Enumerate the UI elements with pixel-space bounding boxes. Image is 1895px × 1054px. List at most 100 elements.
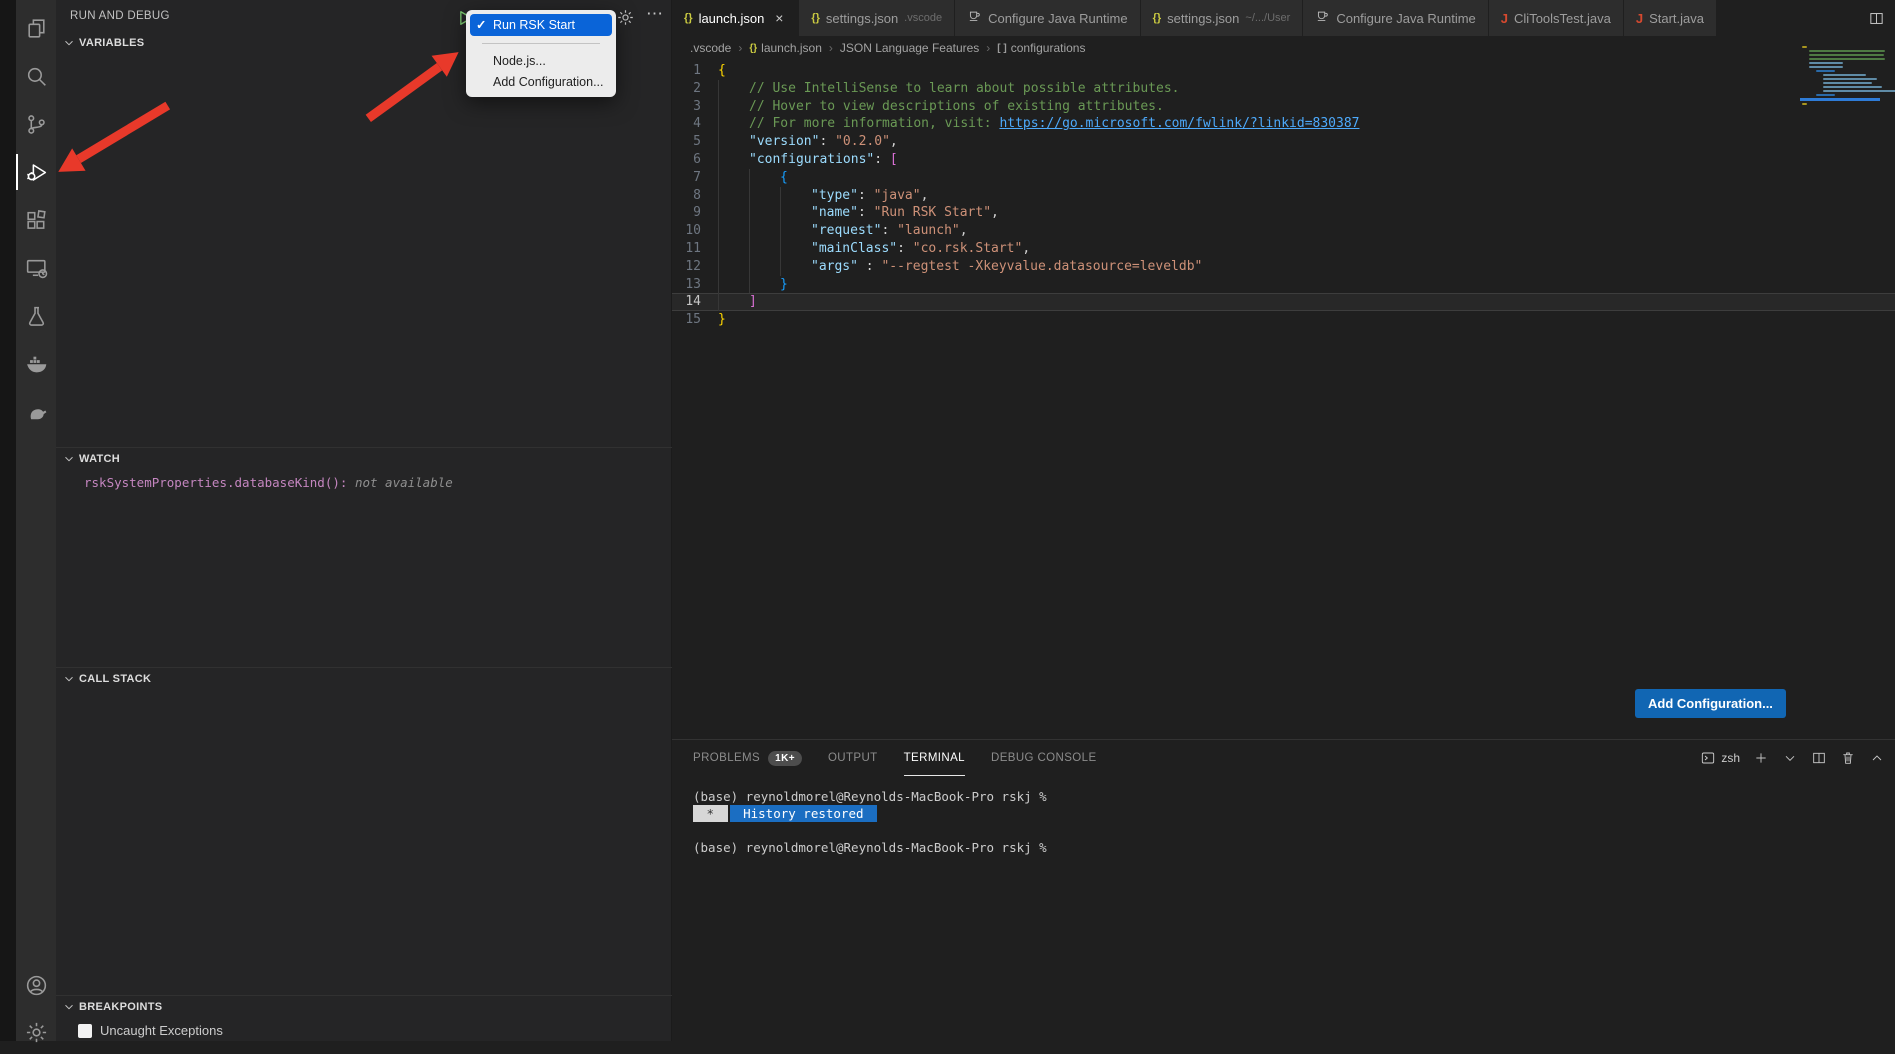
menu-item-run-rsk-start[interactable]: ✓Run RSK Start: [470, 14, 612, 36]
section-label: CALL STACK: [79, 673, 151, 685]
tab-bar-actions: [1868, 0, 1895, 36]
tab-settings-json[interactable]: {}settings.json.vscode: [799, 0, 955, 36]
menu-item-label: Node.js...: [493, 54, 546, 68]
line-number: 7: [672, 169, 718, 187]
shell-selector[interactable]: zsh: [1700, 750, 1740, 766]
panel-tab-problems[interactable]: PROBLEMS1K+: [693, 740, 802, 776]
window-edge-strip: [0, 0, 16, 1041]
tab-close-icon[interactable]: ×: [772, 10, 786, 26]
new-terminal-icon[interactable]: [1753, 750, 1769, 766]
account-icon[interactable]: [16, 963, 56, 1007]
watch-expression-row[interactable]: rskSystemProperties.databaseKind(): not …: [56, 469, 672, 490]
testing-icon[interactable]: [16, 294, 56, 338]
breakpoint-label: Uncaught Exceptions: [100, 1023, 223, 1038]
gradle-icon[interactable]: [16, 390, 56, 434]
tab-launch-json[interactable]: {}launch.json×: [672, 0, 799, 36]
code-token: ,: [991, 204, 999, 222]
code-token: :: [858, 204, 874, 222]
code-line: 15}: [672, 311, 1895, 329]
code-line: 13}: [672, 276, 1895, 294]
split-editor-icon[interactable]: [1868, 10, 1885, 27]
tab-description: ~/.../User: [1245, 12, 1290, 24]
explorer-icon[interactable]: [16, 6, 56, 50]
code-token: [: [890, 151, 898, 169]
tab-settings-json[interactable]: {}settings.json~/.../User: [1141, 0, 1304, 36]
terminal-output[interactable]: (base) reynoldmorel@Reynolds-MacBook-Pro…: [693, 788, 1047, 856]
minimap[interactable]: [1800, 46, 1880, 107]
tab-clitoolstest-java[interactable]: JCliToolsTest.java: [1489, 0, 1624, 36]
code-token: :: [881, 222, 897, 240]
code-token: "java": [874, 187, 921, 205]
panel-tab-terminal[interactable]: TERMINAL: [904, 740, 965, 776]
run-and-debug-icon[interactable]: [16, 150, 56, 194]
tab-start-java[interactable]: JStart.java: [1624, 0, 1717, 36]
maximize-panel-icon[interactable]: [1869, 750, 1885, 766]
java-runtime-icon: [1315, 9, 1330, 27]
settings-icon[interactable]: [16, 1010, 56, 1054]
tab-label: settings.json: [1167, 11, 1239, 26]
code-token: ]: [749, 293, 757, 311]
watch-value: not available: [355, 475, 453, 490]
breadcrumb-label: .vscode: [690, 41, 731, 55]
editor-group: {}launch.json×{}settings.json.vscodeConf…: [672, 0, 1895, 1041]
indent-guide: [718, 240, 749, 258]
source-control-icon[interactable]: [16, 102, 56, 146]
tab-label: CliToolsTest.java: [1514, 11, 1611, 26]
code-token: :: [858, 258, 881, 276]
watch-expression: rskSystemProperties.databaseKind():: [84, 475, 355, 490]
tab-label: Configure Java Runtime: [988, 11, 1127, 26]
tab-configure-java-runtime[interactable]: Configure Java Runtime: [1303, 0, 1488, 36]
breadcrumb-label: configurations: [1011, 41, 1086, 55]
breadcrumb-separator: ›: [829, 41, 833, 55]
section-header[interactable]: BREAKPOINTS: [56, 995, 672, 1017]
terminal-chip: *: [693, 805, 728, 822]
breadcrumb-item[interactable]: .vscode: [690, 41, 731, 55]
minimap-line: [1823, 74, 1866, 76]
menu-item-add-configuration[interactable]: Add Configuration...: [470, 72, 612, 93]
section-header[interactable]: CALL STACK: [56, 667, 672, 689]
add-configuration-button[interactable]: Add Configuration...: [1635, 689, 1786, 718]
terminal-line: (base) reynoldmorel@Reynolds-MacBook-Pro…: [693, 839, 1047, 856]
editor-tab-bar: {}launch.json×{}settings.json.vscode Conf…: [672, 0, 1895, 36]
check-icon: ✓: [476, 17, 493, 32]
breadcrumb-item[interactable]: {}launch.json: [749, 41, 822, 55]
kill-terminal-icon[interactable]: [1840, 750, 1856, 766]
menu-item-node-js[interactable]: Node.js...: [470, 51, 612, 72]
breadcrumb-label: JSON Language Features: [840, 41, 979, 55]
tab-description: .vscode: [904, 12, 942, 24]
breakpoint-row[interactable]: Uncaught Exceptions: [56, 1017, 672, 1038]
indent-guide: [780, 222, 811, 240]
code-token: "version": [749, 133, 819, 151]
line-number: 4: [672, 115, 718, 133]
code-token: // Use IntelliSense to learn about possi…: [749, 80, 1179, 98]
code-line: 10"request": "launch",: [672, 222, 1895, 240]
code-line: 14]: [672, 293, 1895, 311]
split-terminal-icon[interactable]: [1811, 750, 1827, 766]
more-actions-icon[interactable]: ⋯: [646, 4, 664, 24]
code-token: :: [897, 240, 913, 258]
code-editor[interactable]: 1{2// Use IntelliSense to learn about po…: [672, 62, 1895, 329]
indent-guide: [718, 151, 749, 169]
panel-tab-label: TERMINAL: [904, 752, 965, 764]
tab-configure-java-runtime[interactable]: Configure Java Runtime: [955, 0, 1140, 36]
extensions-icon[interactable]: [16, 198, 56, 242]
breadcrumb-item[interactable]: [ ]configurations: [997, 41, 1085, 55]
uncaught-exceptions-checkbox[interactable]: [78, 1024, 92, 1038]
code-token: "launch": [897, 222, 960, 240]
panel-tab-label: DEBUG CONSOLE: [991, 752, 1097, 764]
docker-icon[interactable]: [16, 342, 56, 386]
panel-tab-output[interactable]: OUTPUT: [828, 740, 878, 776]
remote-explorer-icon[interactable]: [16, 246, 56, 290]
search-icon[interactable]: [16, 54, 56, 98]
launch-profile-chevron-icon[interactable]: [1782, 750, 1798, 766]
indent-guide: [749, 187, 780, 205]
minimap-line: [1809, 54, 1884, 56]
minimap-line: [1823, 82, 1872, 84]
panel-tab-debug-console[interactable]: DEBUG CONSOLE: [991, 740, 1097, 776]
code-token: ,: [1022, 240, 1030, 258]
gear-icon[interactable]: [616, 8, 636, 28]
minimap-line: [1823, 78, 1877, 80]
code-token: "Run RSK Start": [874, 204, 991, 222]
breadcrumb-item[interactable]: JSON Language Features: [840, 41, 979, 55]
section-header[interactable]: WATCH: [56, 447, 672, 469]
